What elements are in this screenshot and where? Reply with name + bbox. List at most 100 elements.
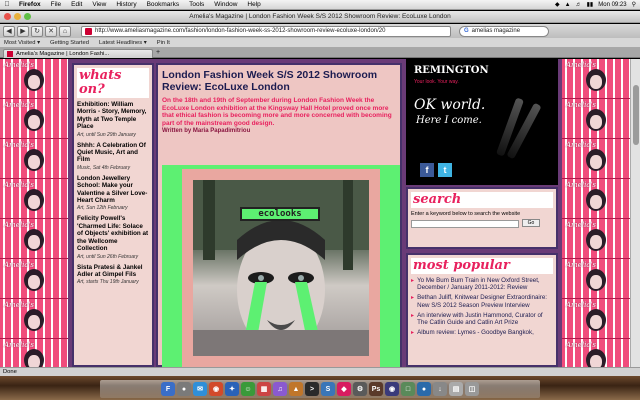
menu-file[interactable]: File	[46, 1, 66, 8]
popular-item[interactable]: ▸ Yo Me Bum Bum Train in New Oxford Stree…	[411, 277, 553, 291]
whats-on-column: whats on? Exhibition: William Morris - S…	[72, 63, 154, 367]
left-decor-strip: Amelia's Amelia's Amelia's Amelia's Amel…	[0, 59, 68, 367]
decor-tile: Amelia's	[0, 179, 68, 219]
decor-tile: Amelia's	[562, 299, 630, 339]
firefox-icon[interactable]: ◉	[209, 382, 223, 396]
twitter-icon[interactable]: t	[438, 163, 452, 177]
scrollbar-thumb[interactable]	[633, 85, 639, 145]
search-go-button[interactable]: Go	[522, 218, 540, 227]
dock-shelf: F ● ✉ ◉ ✦ ☺ ▦ ♫ ▲ > S ◆ ⚙ Ps ◉ □ ● ↓ ▤ ◫	[100, 380, 540, 398]
menu-tools[interactable]: Tools	[184, 1, 209, 8]
web-page: Amelia's Amelia's Amelia's Amelia's Amel…	[0, 59, 630, 367]
tab-label: Amelia's Magazine | London Fashi...	[16, 51, 110, 57]
spotlight-icon[interactable]: ⚲	[632, 1, 636, 8]
tab-current[interactable]: Amelia's Magazine | London Fashi...	[3, 49, 153, 58]
event-item[interactable]: Shhh: A Celebration Of Quiet Music, Art …	[77, 142, 149, 171]
mac-menubar:  Firefox File Edit View History Bookmar…	[0, 0, 640, 10]
back-button[interactable]: ◀	[3, 25, 15, 37]
event-title[interactable]: Shhh: A Celebration Of Quiet Music, Art …	[77, 142, 149, 164]
search-box[interactable]: G amelias magazine	[459, 25, 549, 37]
site-search-input[interactable]	[411, 220, 519, 228]
reload-button[interactable]: ↻	[31, 25, 43, 37]
new-tab-icon[interactable]: +	[156, 49, 160, 56]
decor-tile: Amelia's	[562, 219, 630, 259]
terminal-icon[interactable]: >	[305, 382, 319, 396]
event-title[interactable]: Felicity Powell's 'Charmed Life: Solace …	[77, 215, 149, 252]
remington-ad[interactable]: REMINGTON Your look. Your way. OK world.…	[406, 59, 558, 185]
popular-item[interactable]: ▸ Album review: Lymes - Goodbye Bangkok,	[411, 329, 553, 336]
zoom-window-icon[interactable]	[24, 13, 31, 20]
decor-tile: Amelia's	[562, 339, 630, 367]
downloads-stack-icon[interactable]: ↓	[433, 382, 447, 396]
event-item[interactable]: Felicity Powell's 'Charmed Life: Solace …	[77, 215, 149, 259]
most-popular-heading: most popular	[411, 258, 553, 274]
status-bar: Done	[0, 367, 640, 376]
menu-help[interactable]: Help	[242, 1, 265, 8]
url-bar[interactable]: http://www.ameliasmagazine.com/fashion/l…	[81, 25, 451, 37]
facebook-icon[interactable]: f	[420, 163, 434, 177]
menu-firefox[interactable]: Firefox	[14, 1, 46, 8]
dropbox-icon[interactable]: ◆	[555, 1, 560, 8]
app-icon[interactable]: ●	[417, 382, 431, 396]
clock[interactable]: Mon 09:23	[598, 2, 626, 8]
popular-item[interactable]: ▸ An interview with Justin Hammond, Curat…	[411, 312, 553, 326]
dashboard-icon[interactable]: ●	[177, 382, 191, 396]
bookmark-latest-headlines[interactable]: Latest Headlines ▾	[99, 40, 147, 46]
iphoto-icon[interactable]: ▲	[289, 382, 303, 396]
app-icon[interactable]: ◉	[385, 382, 399, 396]
ichat-icon[interactable]: ☺	[241, 382, 255, 396]
event-date: Art, until Sun 29th January	[77, 131, 136, 138]
stop-button[interactable]: ✕	[45, 25, 57, 37]
article-title[interactable]: London Fashion Week S/S 2012 Showroom Re…	[162, 69, 396, 93]
photoshop-icon[interactable]: Ps	[369, 382, 383, 396]
site-favicon-icon	[85, 27, 92, 35]
article-byline[interactable]: Written by Maria Papadimitriou	[162, 128, 396, 134]
bookmark-most-visited[interactable]: Most Visited ▾	[4, 40, 40, 46]
calendar-icon[interactable]: ▦	[257, 382, 271, 396]
forward-button[interactable]: ▶	[17, 25, 29, 37]
event-title[interactable]: Exhibition: William Morris - Story, Memo…	[77, 101, 149, 131]
article-image[interactable]: ecolooks	[162, 165, 400, 367]
event-item[interactable]: Exhibition: William Morris - Story, Memo…	[77, 101, 149, 138]
menu-edit[interactable]: Edit	[66, 1, 87, 8]
event-date: Art, until Sun 26th February	[77, 253, 139, 260]
event-title[interactable]: London Jewellery School: Make your Valen…	[77, 175, 149, 205]
wifi-icon[interactable]: ▲	[565, 2, 571, 8]
ad-slogan-1: OK world.	[414, 97, 486, 113]
app-icon[interactable]: ◆	[337, 382, 351, 396]
decor-tile: Amelia's	[562, 139, 630, 179]
search-section: search Enter a keyword below to search t…	[406, 187, 558, 249]
itunes-icon[interactable]: ♫	[273, 382, 287, 396]
menu-bookmarks[interactable]: Bookmarks	[142, 1, 185, 8]
decor-tile: Amelia's	[562, 179, 630, 219]
popular-item[interactable]: ▸ Bethan Juliff, Knitwear Designer Extrao…	[411, 294, 553, 308]
app-icon[interactable]: □	[401, 382, 415, 396]
window-title: Amelia's Magazine | London Fashion Week …	[189, 13, 451, 20]
finder-icon[interactable]: F	[161, 382, 175, 396]
decor-tile: Amelia's	[0, 219, 68, 259]
browser-toolbar: ◀ ▶ ↻ ✕ ⌂ http://www.ameliasmagazine.com…	[0, 24, 640, 38]
close-window-icon[interactable]	[4, 13, 11, 20]
menu-window[interactable]: Window	[209, 1, 242, 8]
skype-icon[interactable]: S	[321, 382, 335, 396]
battery-icon[interactable]: ▮▮	[587, 1, 594, 8]
vertical-scrollbar[interactable]	[630, 59, 640, 367]
preferences-icon[interactable]: ⚙	[353, 382, 367, 396]
documents-stack-icon[interactable]: ▤	[449, 382, 463, 396]
mail-icon[interactable]: ✉	[193, 382, 207, 396]
screen:  Firefox File Edit View History Bookmar…	[0, 0, 640, 400]
event-item[interactable]: London Jewellery School: Make your Valen…	[77, 175, 149, 212]
bookmark-getting-started[interactable]: Getting Started	[50, 40, 89, 46]
volume-icon[interactable]: ♬	[576, 2, 582, 8]
menu-view[interactable]: View	[87, 1, 111, 8]
bookmark-pin-it[interactable]: Pin It	[157, 40, 170, 46]
menu-history[interactable]: History	[111, 1, 141, 8]
event-title[interactable]: Sista Pratesi & Jankel Adler at Gimpel F…	[77, 264, 149, 279]
home-button[interactable]: ⌂	[59, 25, 71, 37]
trash-icon[interactable]: ◫	[465, 382, 479, 396]
minimize-window-icon[interactable]	[14, 13, 21, 20]
tab-favicon-icon	[7, 51, 13, 57]
apple-icon[interactable]: 	[0, 1, 14, 8]
safari-icon[interactable]: ✦	[225, 382, 239, 396]
event-item[interactable]: Sista Pratesi & Jankel Adler at Gimpel F…	[77, 264, 149, 286]
